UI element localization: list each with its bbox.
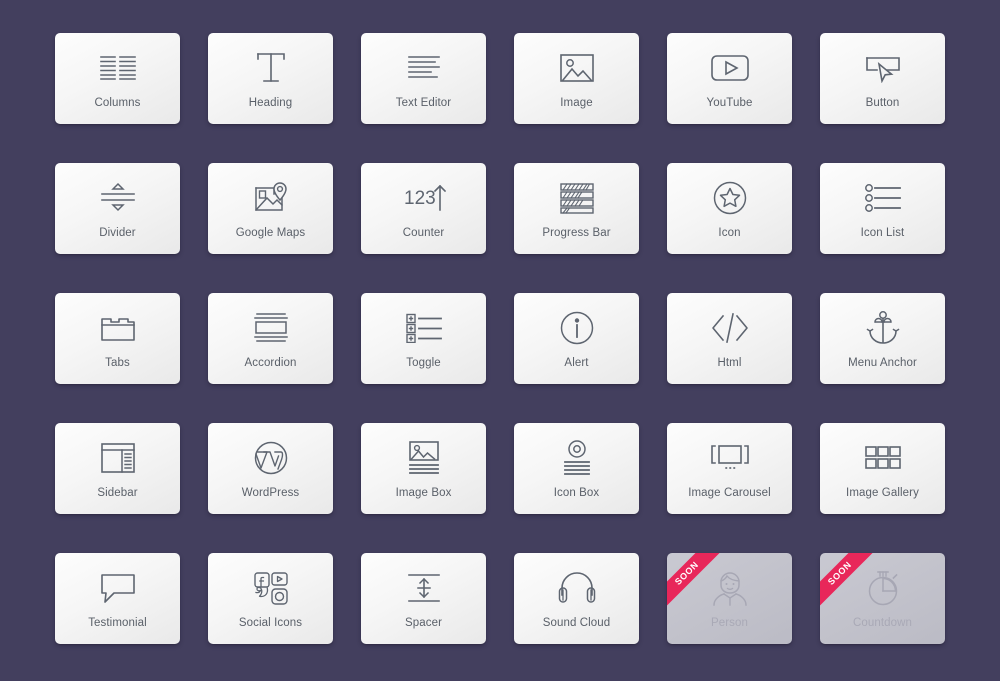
widget-card-image-box[interactable]: Image Box [361, 423, 486, 514]
widget-label: Toggle [406, 357, 441, 369]
widget-card-columns[interactable]: Columns [55, 33, 180, 124]
speech-bubble-icon [98, 566, 138, 610]
widget-card-youtube[interactable]: YouTube [667, 33, 792, 124]
text-editor-icon [405, 46, 443, 90]
svg-text:123: 123 [404, 188, 436, 209]
widget-label: Icon [718, 227, 741, 239]
widget-card-heading[interactable]: Heading [208, 33, 333, 124]
accordion-icon [252, 306, 290, 350]
tabs-icon [99, 306, 137, 350]
widget-label: Spacer [404, 617, 443, 629]
widget-label: Button [865, 97, 900, 109]
image-gallery-icon [864, 436, 902, 480]
widget-card-button[interactable]: Button [820, 33, 945, 124]
widget-card-sound-cloud[interactable]: Sound Cloud [514, 553, 639, 644]
widget-card-toggle[interactable]: Toggle [361, 293, 486, 384]
youtube-play-icon [709, 46, 751, 90]
widget-panel-grid: Columns Heading Text Editor Image YouTub… [0, 0, 1000, 681]
info-circle-icon [559, 306, 595, 350]
counter-123-icon: 123 [402, 176, 446, 220]
widget-card-progress-bar[interactable]: Progress Bar [514, 163, 639, 254]
widget-label: Icon Box [553, 487, 600, 499]
widget-card-alert[interactable]: Alert [514, 293, 639, 384]
spacer-arrows-icon [406, 566, 442, 610]
widget-label: Image Gallery [846, 487, 919, 499]
widget-label: Heading [248, 97, 293, 109]
widget-label: Image Box [395, 487, 452, 499]
widget-label: Text Editor [395, 97, 452, 109]
image-carousel-icon [709, 436, 751, 480]
image-icon [558, 46, 596, 90]
widget-label: Alert [564, 357, 589, 369]
widget-label: Counter [402, 227, 445, 239]
widget-label: Testimonial [88, 617, 147, 629]
widget-card-person: SOON Person [667, 553, 792, 644]
person-avatar-icon [712, 566, 748, 610]
widget-label: Image Carousel [688, 487, 771, 499]
icon-list-icon [864, 176, 902, 220]
widget-card-testimonial[interactable]: Testimonial [55, 553, 180, 644]
widget-card-social-icons[interactable]: Social Icons [208, 553, 333, 644]
divider-icon [99, 176, 137, 220]
toggle-list-icon [405, 306, 443, 350]
widget-card-google-maps[interactable]: Google Maps [208, 163, 333, 254]
widget-label: Menu Anchor [848, 357, 917, 369]
heading-text-icon [254, 46, 288, 90]
widget-card-tabs[interactable]: Tabs [55, 293, 180, 384]
google-maps-icon [252, 176, 290, 220]
widget-card-image-carousel[interactable]: Image Carousel [667, 423, 792, 514]
widget-label: Columns [94, 97, 141, 109]
stopwatch-icon [865, 566, 901, 610]
widget-card-wordpress[interactable]: WordPress [208, 423, 333, 514]
widget-card-text-editor[interactable]: Text Editor [361, 33, 486, 124]
widget-card-counter[interactable]: 123 Counter [361, 163, 486, 254]
widget-label: Progress Bar [542, 227, 611, 239]
widget-label: Divider [99, 227, 136, 239]
widget-label: WordPress [241, 487, 300, 499]
progress-bar-icon [559, 176, 595, 220]
widget-card-countdown: SOON Countdown [820, 553, 945, 644]
widget-card-icon[interactable]: Icon [667, 163, 792, 254]
widget-label: Social Icons [238, 617, 303, 629]
widget-card-divider[interactable]: Divider [55, 163, 180, 254]
star-circle-icon [712, 176, 748, 220]
widget-card-image[interactable]: Image [514, 33, 639, 124]
widget-label: Image [560, 97, 593, 109]
button-cursor-icon [863, 46, 903, 90]
widget-card-spacer[interactable]: Spacer [361, 553, 486, 644]
anchor-icon [866, 306, 900, 350]
widget-card-icon-box[interactable]: Icon Box [514, 423, 639, 514]
widget-label: Google Maps [235, 227, 306, 239]
widget-card-accordion[interactable]: Accordion [208, 293, 333, 384]
columns-icon [99, 46, 137, 90]
social-icons-icon [253, 566, 289, 610]
widget-card-html[interactable]: Html [667, 293, 792, 384]
widget-label: YouTube [706, 97, 753, 109]
wordpress-icon [253, 436, 289, 480]
widget-card-menu-anchor[interactable]: Menu Anchor [820, 293, 945, 384]
widget-label: Icon List [860, 227, 905, 239]
coming-soon-label: SOON [825, 559, 854, 587]
widget-card-image-gallery[interactable]: Image Gallery [820, 423, 945, 514]
widget-label: Person [710, 617, 749, 629]
headphones-icon [558, 566, 596, 610]
widget-card-icon-list[interactable]: Icon List [820, 163, 945, 254]
sidebar-layout-icon [100, 436, 136, 480]
widget-label: Html [717, 357, 742, 369]
image-box-icon [407, 436, 441, 480]
widget-card-sidebar[interactable]: Sidebar [55, 423, 180, 514]
icon-box-icon [561, 436, 593, 480]
widget-label: Sidebar [97, 487, 138, 499]
widget-label: Countdown [852, 617, 913, 629]
widget-label: Accordion [244, 357, 297, 369]
widget-label: Sound Cloud [542, 617, 611, 629]
widget-label: Tabs [105, 357, 130, 369]
code-brackets-icon [710, 306, 750, 350]
coming-soon-label: SOON [672, 559, 701, 587]
